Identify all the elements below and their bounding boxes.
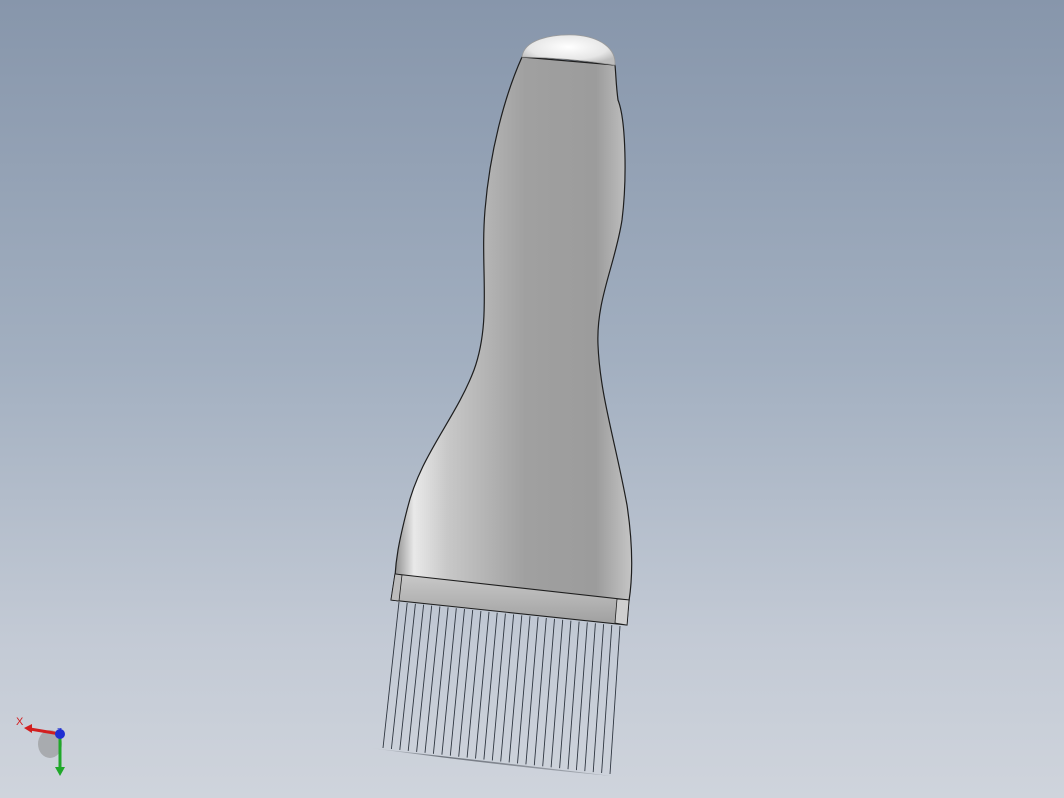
bristle — [483, 612, 498, 760]
handle-body — [394, 56, 633, 602]
y-axis-arrowhead — [55, 767, 65, 776]
bristles — [382, 601, 621, 775]
bristle — [449, 609, 465, 756]
bristle — [458, 609, 474, 757]
bristle — [592, 624, 605, 773]
bristle — [491, 613, 506, 761]
bristle — [575, 622, 588, 771]
bristle — [609, 625, 621, 775]
bristle — [390, 602, 408, 750]
x-axis-label: X — [16, 716, 24, 728]
z-axis-label: Z — [57, 727, 62, 736]
bristle — [441, 608, 457, 755]
bristle — [399, 603, 416, 750]
graphics-viewport[interactable]: X Z — [0, 0, 1064, 798]
bristle — [416, 605, 433, 752]
bristle — [424, 606, 441, 753]
bristle — [432, 607, 449, 754]
bristle — [466, 610, 482, 758]
brush-model[interactable] — [0, 0, 1064, 798]
ground-shadow — [370, 748, 612, 776]
x-axis-arrowhead — [24, 724, 32, 733]
bristle — [500, 614, 515, 762]
bristle — [475, 611, 490, 759]
bristle — [567, 621, 580, 770]
bristle — [601, 625, 613, 774]
ferrule-side-right — [614, 598, 630, 626]
bristle — [407, 604, 425, 751]
bristle — [584, 623, 596, 772]
bristle — [382, 601, 400, 749]
